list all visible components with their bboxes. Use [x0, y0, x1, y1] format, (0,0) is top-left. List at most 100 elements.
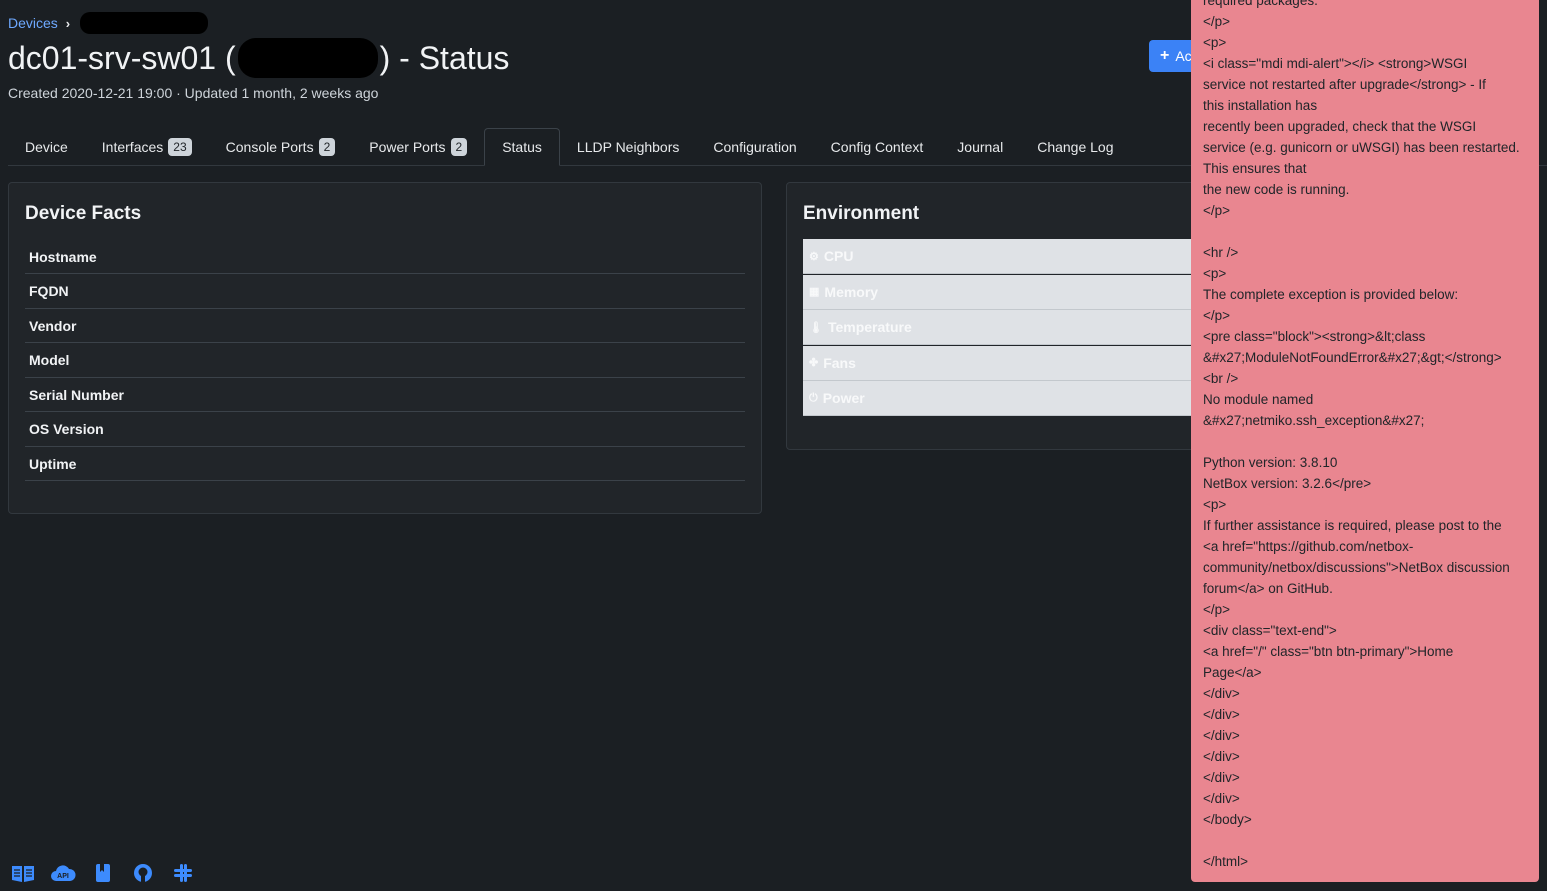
error-text-line: <p>: [1203, 35, 1227, 50]
error-text-line: recently been upgraded, check that the W…: [1203, 119, 1477, 134]
error-text-line: </div>: [1203, 791, 1240, 806]
error-text-line: <a href="https://github.com/netbox-: [1203, 539, 1414, 554]
tab-label: Status: [502, 139, 542, 155]
memory-icon: ▦: [809, 286, 820, 298]
tab-label: Journal: [957, 138, 1004, 155]
svg-text:API: API: [57, 873, 69, 880]
slack-icon[interactable]: [170, 862, 196, 884]
breadcrumb-devices-link[interactable]: Devices: [8, 15, 58, 31]
env-row-label: Fans: [823, 354, 856, 371]
device-facts-title: Device Facts: [25, 203, 142, 224]
title-suffix: ) - Status: [379, 39, 510, 76]
error-text-line: <div class="text-end">: [1203, 623, 1337, 638]
error-text-line: </p>: [1203, 14, 1231, 29]
error-text-line: <p>: [1203, 497, 1227, 512]
error-text-line: &#x27;ModuleNotFoundError&#x27;&gt;</str…: [1203, 350, 1502, 365]
tab-interfaces[interactable]: Interfaces 23: [85, 128, 209, 165]
error-text-line: No module named: [1203, 392, 1314, 407]
fact-row-os-version: OS Version: [25, 413, 745, 447]
error-text-line: service not restarted after upgrade</str…: [1203, 77, 1486, 92]
env-row-fans[interactable]: ✤ Fans: [803, 345, 1203, 381]
env-row-power[interactable]: ⏻ Power: [803, 381, 1203, 416]
breadcrumb-separator: ›: [65, 15, 71, 31]
error-text-line: <a href="/" class="btn btn-primary">Home: [1203, 644, 1454, 659]
redacted-breadcrumb: [80, 12, 209, 34]
add-button-label: Ac: [1175, 48, 1192, 64]
error-text-line: [1203, 830, 1527, 851]
tab-label: Config Context: [830, 138, 924, 155]
created-updated-meta: Created 2020-12-21 19:00 · Updated 1 mon…: [8, 85, 379, 101]
device-name: dc01-srv-sw01 (: [8, 39, 236, 76]
tab-change-log[interactable]: Change Log: [1020, 128, 1130, 165]
error-text-line: Python version: 3.8.10: [1203, 455, 1338, 470]
tab-power-ports[interactable]: Power Ports 2: [352, 128, 484, 165]
fact-row-uptime: Uptime: [25, 447, 745, 481]
env-row-cpu[interactable]: ⚙ CPU: [803, 239, 1203, 274]
error-text-line: [1203, 431, 1527, 452]
error-text-line: This ensures that: [1203, 161, 1307, 176]
tab-count-badge: 2: [318, 137, 336, 156]
fact-row-serial-number: Serial Number: [25, 378, 745, 412]
tab-console-ports[interactable]: Console Ports 2: [209, 128, 353, 165]
error-text-line: <i class="mdi mdi-alert"></i> <strong>WS…: [1203, 56, 1468, 71]
env-row-label: Memory: [824, 283, 879, 300]
tab-lldp-neighbors[interactable]: LLDP Neighbors: [560, 128, 696, 165]
error-overlay: required packages. </p> <p> <i class="mdi m…: [1191, 0, 1539, 882]
error-text-line: </body>: [1203, 812, 1252, 827]
error-text-line: NetBox version: 3.2.6</pre>: [1203, 476, 1372, 491]
tab-count-badge: 2: [450, 137, 468, 156]
github-icon[interactable]: [130, 862, 156, 884]
environment-title: Environment: [803, 203, 920, 224]
device-facts-card: Device Facts Hostname FQDN Vendor Model Seri…: [8, 182, 762, 514]
error-text-line: </p>: [1203, 602, 1231, 617]
env-row-label: CPU: [823, 248, 854, 264]
error-text-line: [1203, 221, 1527, 242]
env-row-temperature[interactable]: 🌡 Temperature: [803, 310, 1203, 345]
error-text-line: service (e.g. gunicorn or uWSGI) has bee…: [1203, 140, 1520, 155]
error-text-line: &#x27;netmiko.ssh_exception&#x27;: [1203, 413, 1425, 428]
error-text-line: </p>: [1203, 203, 1231, 218]
tab-label: Console Ports: [225, 138, 314, 155]
error-text-line: </div>: [1203, 770, 1240, 785]
tab-label: Change Log: [1037, 138, 1114, 155]
tab-label: Interfaces: [101, 138, 164, 155]
breadcrumb: Devices ›: [8, 12, 209, 34]
tab-label: Device: [25, 138, 68, 155]
env-row-memory[interactable]: ▦ Memory: [803, 274, 1203, 310]
error-text-line: </div>: [1203, 707, 1240, 722]
error-text-line: this installation has: [1203, 98, 1318, 113]
error-text-line: Page</a>: [1203, 665, 1262, 680]
tab-label: Configuration: [713, 138, 797, 155]
error-text-line: If further assistance is required, pleas…: [1203, 518, 1502, 533]
footer-links: API: [10, 862, 196, 884]
error-text-line: forum</a> on GitHub.: [1203, 581, 1333, 596]
fact-row-vendor: Vendor: [25, 309, 745, 343]
tab-label: Power Ports: [369, 138, 446, 155]
tab-count-badge: 23: [168, 137, 192, 156]
redacted-title-part: [237, 38, 378, 78]
tab-status[interactable]: Status: [484, 128, 560, 166]
error-text-line: </p>: [1203, 308, 1231, 323]
environment-card: Environment ⚙ CPU ▦ Memory 🌡 Temperature ✤ Fans…: [786, 182, 1206, 450]
error-text-line: </div>: [1203, 728, 1240, 743]
error-text-line: </div>: [1203, 749, 1240, 764]
env-row-label: Power: [822, 390, 865, 406]
error-text-line: <hr />: [1203, 245, 1239, 260]
tab-config-context[interactable]: Config Context: [814, 128, 941, 165]
fan-icon: ✤: [809, 357, 819, 369]
docs-icon[interactable]: [10, 862, 36, 884]
error-text-line: <br />: [1203, 371, 1239, 386]
error-text-line: <p>: [1203, 266, 1227, 281]
tab-label: LLDP Neighbors: [576, 138, 680, 155]
tab-journal[interactable]: Journal: [940, 128, 1020, 165]
tab-configuration[interactable]: Configuration: [696, 128, 813, 165]
error-text-line: The complete exception is provided below…: [1203, 287, 1459, 302]
cloud-api-icon[interactable]: API: [50, 862, 76, 884]
book-icon[interactable]: [90, 862, 116, 884]
env-row-label: Temperature: [827, 319, 912, 335]
error-text-line: community/netbox/discussions">NetBox dis…: [1203, 560, 1510, 575]
tab-device[interactable]: Device: [8, 128, 85, 165]
fact-row-fqdn: FQDN: [25, 275, 745, 309]
thermometer-icon: 🌡: [809, 321, 823, 334]
plus-icon: +: [1160, 47, 1170, 64]
